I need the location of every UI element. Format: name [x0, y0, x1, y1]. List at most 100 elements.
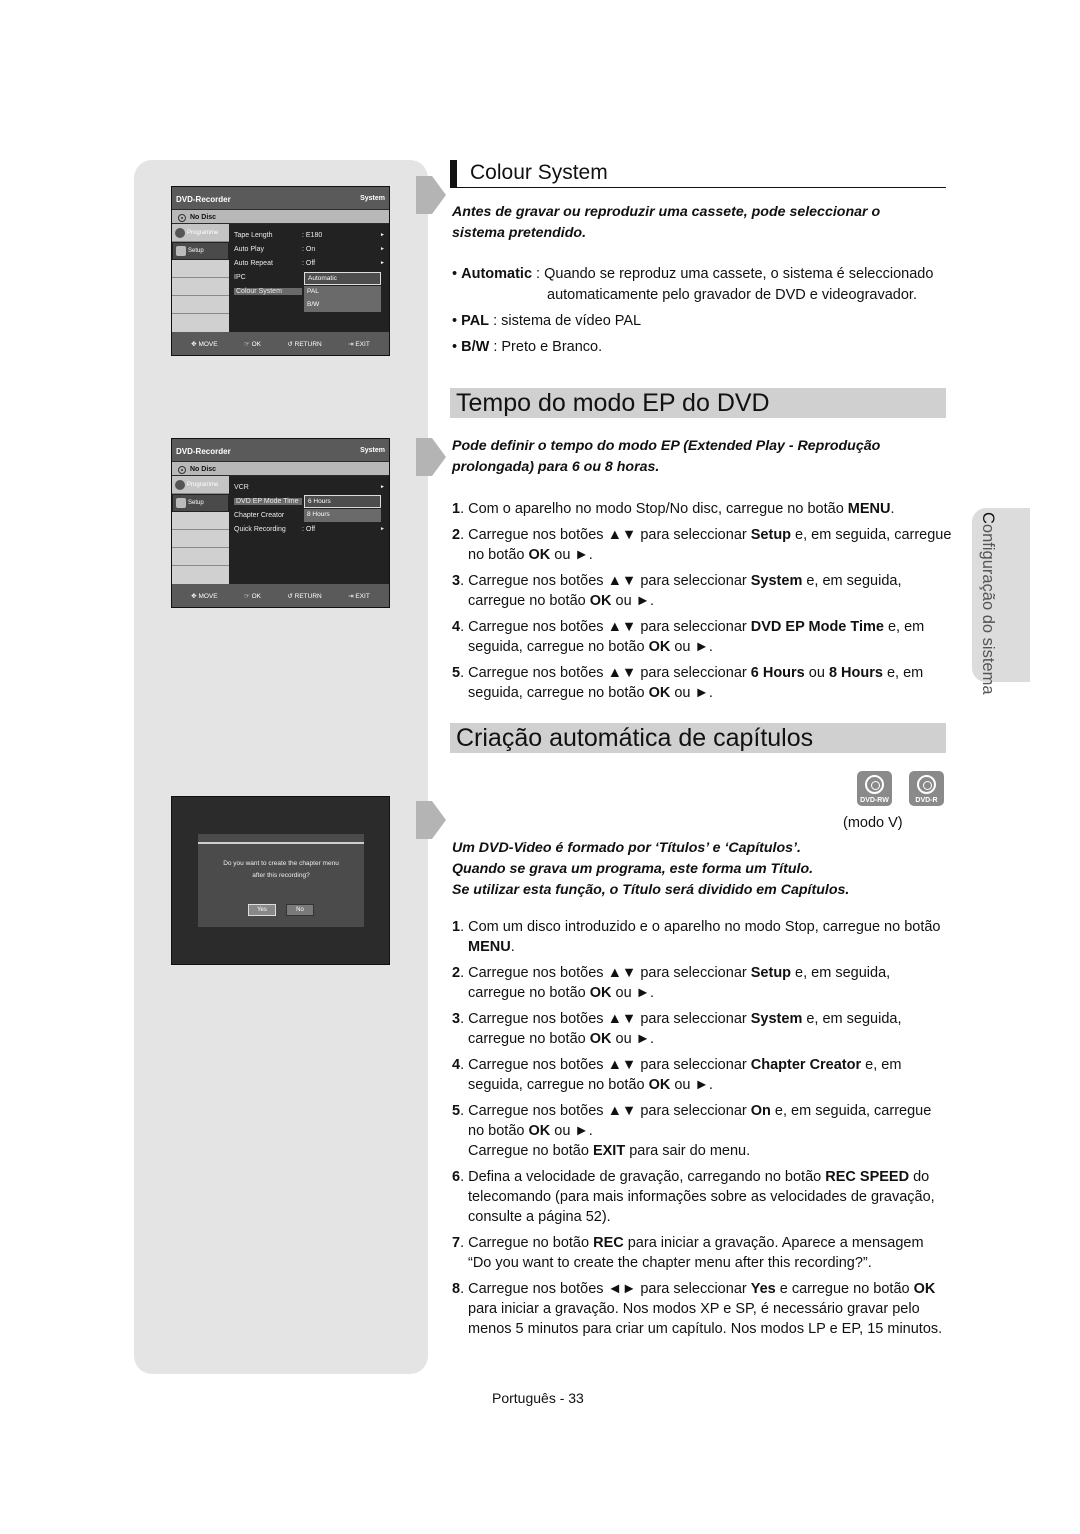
- dvd-rw-badge: DVD-RW: [857, 771, 892, 806]
- osd-menu-row[interactable]: Tape Length : E180 ►: [234, 229, 385, 241]
- step-item: 5. Carregue nos botões ▲▼ para seleccion…: [452, 1103, 932, 1159]
- osd-option-6-hours[interactable]: 6 Hours: [304, 495, 381, 508]
- dialog-divider: [198, 842, 364, 844]
- osd-sidebar: Programme Setup: [172, 476, 229, 585]
- row-value: : E180: [302, 231, 323, 239]
- arrow-right-icon: [416, 172, 446, 218]
- intro-line: Um DVD-Video é formado por ‘Títulos’ e ‘…: [452, 840, 801, 856]
- sidebar-label: Programme: [187, 481, 219, 488]
- bullet-bw: • B/W : Preto e Branco.: [452, 339, 603, 355]
- heading-bar: [450, 160, 457, 187]
- gear-icon: [176, 246, 186, 256]
- colour-system-title: Colour System: [470, 161, 608, 184]
- step-item: 1. Com um disco introduzido e o aparelho…: [452, 919, 941, 955]
- disc-status-text: No Disc: [190, 466, 217, 473]
- osd-app-title: DVD-Recorder: [176, 447, 231, 456]
- sidebar-label: Setup: [188, 248, 204, 254]
- chevron-right-icon: ►: [380, 246, 385, 252]
- disc-icon: [178, 213, 186, 222]
- dialog-message-line: Do you want to create the chapter menu: [223, 860, 339, 867]
- osd-option-bw[interactable]: B/W: [304, 299, 381, 312]
- osd-sidebar-setup[interactable]: Setup: [172, 242, 229, 260]
- no-button[interactable]: No: [286, 904, 314, 916]
- mode-note: (modo V): [843, 815, 903, 831]
- arrow-right-icon: [416, 434, 446, 480]
- osd-sidebar-programme[interactable]: Programme: [172, 476, 229, 494]
- osd-disc-status: No Disc: [172, 210, 389, 223]
- osd-option-automatic[interactable]: Automatic: [304, 272, 381, 285]
- programme-icon: [175, 479, 185, 490]
- osd-menu-row[interactable]: Auto Play : On ►: [234, 243, 385, 255]
- step-number: 5: [452, 1103, 461, 1119]
- step-item: 2. Carregue nos botões ▲▼ para seleccion…: [452, 965, 891, 1001]
- dialog-message-line: after this recording?: [252, 872, 310, 879]
- step-number: 2: [452, 527, 461, 543]
- osd-sidebar-blank: [172, 260, 229, 278]
- row-label: VCR: [234, 483, 249, 491]
- step-item: 4. Carregue nos botões ▲▼ para seleccion…: [452, 1057, 902, 1093]
- row-label: Colour System: [234, 287, 302, 295]
- osd-option-8-hours[interactable]: 8 Hours: [304, 509, 381, 522]
- sidebar-label: Programme: [187, 229, 219, 236]
- chevron-right-icon: ►: [380, 260, 385, 266]
- osd-footer: ✥ MOVE ☞ OK ↺ RETURN ⇥ EXIT: [172, 332, 389, 355]
- chevron-right-icon: ►: [380, 526, 385, 532]
- ep-mode-title: Tempo do modo EP do DVD: [450, 388, 946, 418]
- ok-hint: ☞ OK: [243, 340, 261, 348]
- step-item: 8. Carregue nos botões ◄► para seleccion…: [452, 1281, 943, 1337]
- osd-sidebar-blank: [172, 530, 229, 548]
- row-label: Quick Recording: [234, 525, 286, 533]
- osd-section-title: System: [360, 195, 385, 202]
- step-item: 2. Carregue nos botões ▲▼ para seleccion…: [452, 527, 952, 563]
- step-number: 5: [452, 665, 461, 681]
- disc-icon: [178, 465, 186, 474]
- dialog-message: Do you want to create the chapter menu a…: [198, 858, 364, 882]
- disc-icon: [865, 775, 884, 794]
- arrow-right-icon: [416, 797, 446, 843]
- colour-system-heading: Colour System: [450, 160, 946, 188]
- step-number: 6: [452, 1169, 461, 1185]
- osd-sidebar-blank: [172, 512, 229, 530]
- row-label: Chapter Creator: [234, 511, 285, 519]
- ok-hint: ☞ OK: [243, 592, 261, 600]
- osd-menu-row[interactable]: Auto Repeat: Off ►: [234, 257, 385, 269]
- osd-menu-row[interactable]: Quick Recording : Off ►: [234, 523, 385, 535]
- step-number: 4: [452, 619, 461, 635]
- row-label: Tape Length: [234, 231, 273, 239]
- step-number: 1: [452, 919, 461, 935]
- programme-icon: [175, 227, 185, 238]
- osd-menu-panel: Tape Length : E180 ► Auto Play : On ► Auto R…: [229, 224, 389, 333]
- osd-disc-status: No Disc: [172, 462, 389, 475]
- osd-sidebar: Programme Setup: [172, 224, 229, 333]
- osd-sidebar-setup[interactable]: Setup: [172, 494, 229, 512]
- osd-colour-system-screen: DVD-Recorder System No Disc Programme Se…: [171, 186, 390, 356]
- step-item: 4. Carregue nos botões ▲▼ para seleccion…: [452, 619, 925, 655]
- step-number: 8: [452, 1281, 461, 1297]
- row-label: Auto Play: [234, 245, 264, 253]
- osd-menu-row[interactable]: VCR ►: [234, 481, 385, 493]
- row-value: : Off: [302, 525, 316, 533]
- osd-sidebar-programme[interactable]: Programme: [172, 224, 229, 242]
- step-number: 3: [452, 573, 461, 589]
- return-hint: ↺ RETURN: [287, 592, 322, 600]
- intro-line: Se utilizar esta função, o Título será d…: [452, 882, 850, 898]
- osd-sidebar-blank: [172, 548, 229, 566]
- gear-icon: [176, 498, 186, 508]
- move-hint: ✥ MOVE: [191, 340, 218, 348]
- ep-mode-steps: 1. Com o aparelho no modo Stop/No disc, …: [452, 499, 952, 709]
- exit-hint: ⇥ EXIT: [348, 340, 370, 348]
- chapter-steps: 1. Com um disco introduzido e o aparelho…: [452, 917, 948, 1345]
- badge-label: DVD-RW: [860, 797, 889, 804]
- disc-icon: [917, 775, 936, 794]
- row-label: DVD EP Mode Time: [234, 497, 302, 505]
- move-hint: ✥ MOVE: [191, 592, 218, 600]
- row-value: : On: [302, 245, 316, 253]
- osd-header: DVD-Recorder System: [172, 439, 389, 461]
- chevron-right-icon: ►: [380, 232, 385, 238]
- osd-option-pal[interactable]: PAL: [304, 286, 381, 299]
- row-label: IPC: [234, 273, 246, 281]
- yes-button[interactable]: Yes: [248, 904, 276, 916]
- exit-hint: ⇥ EXIT: [348, 592, 370, 600]
- colour-system-intro: Antes de gravar ou reproduzir uma casset…: [452, 204, 881, 241]
- step-number: 7: [452, 1235, 461, 1251]
